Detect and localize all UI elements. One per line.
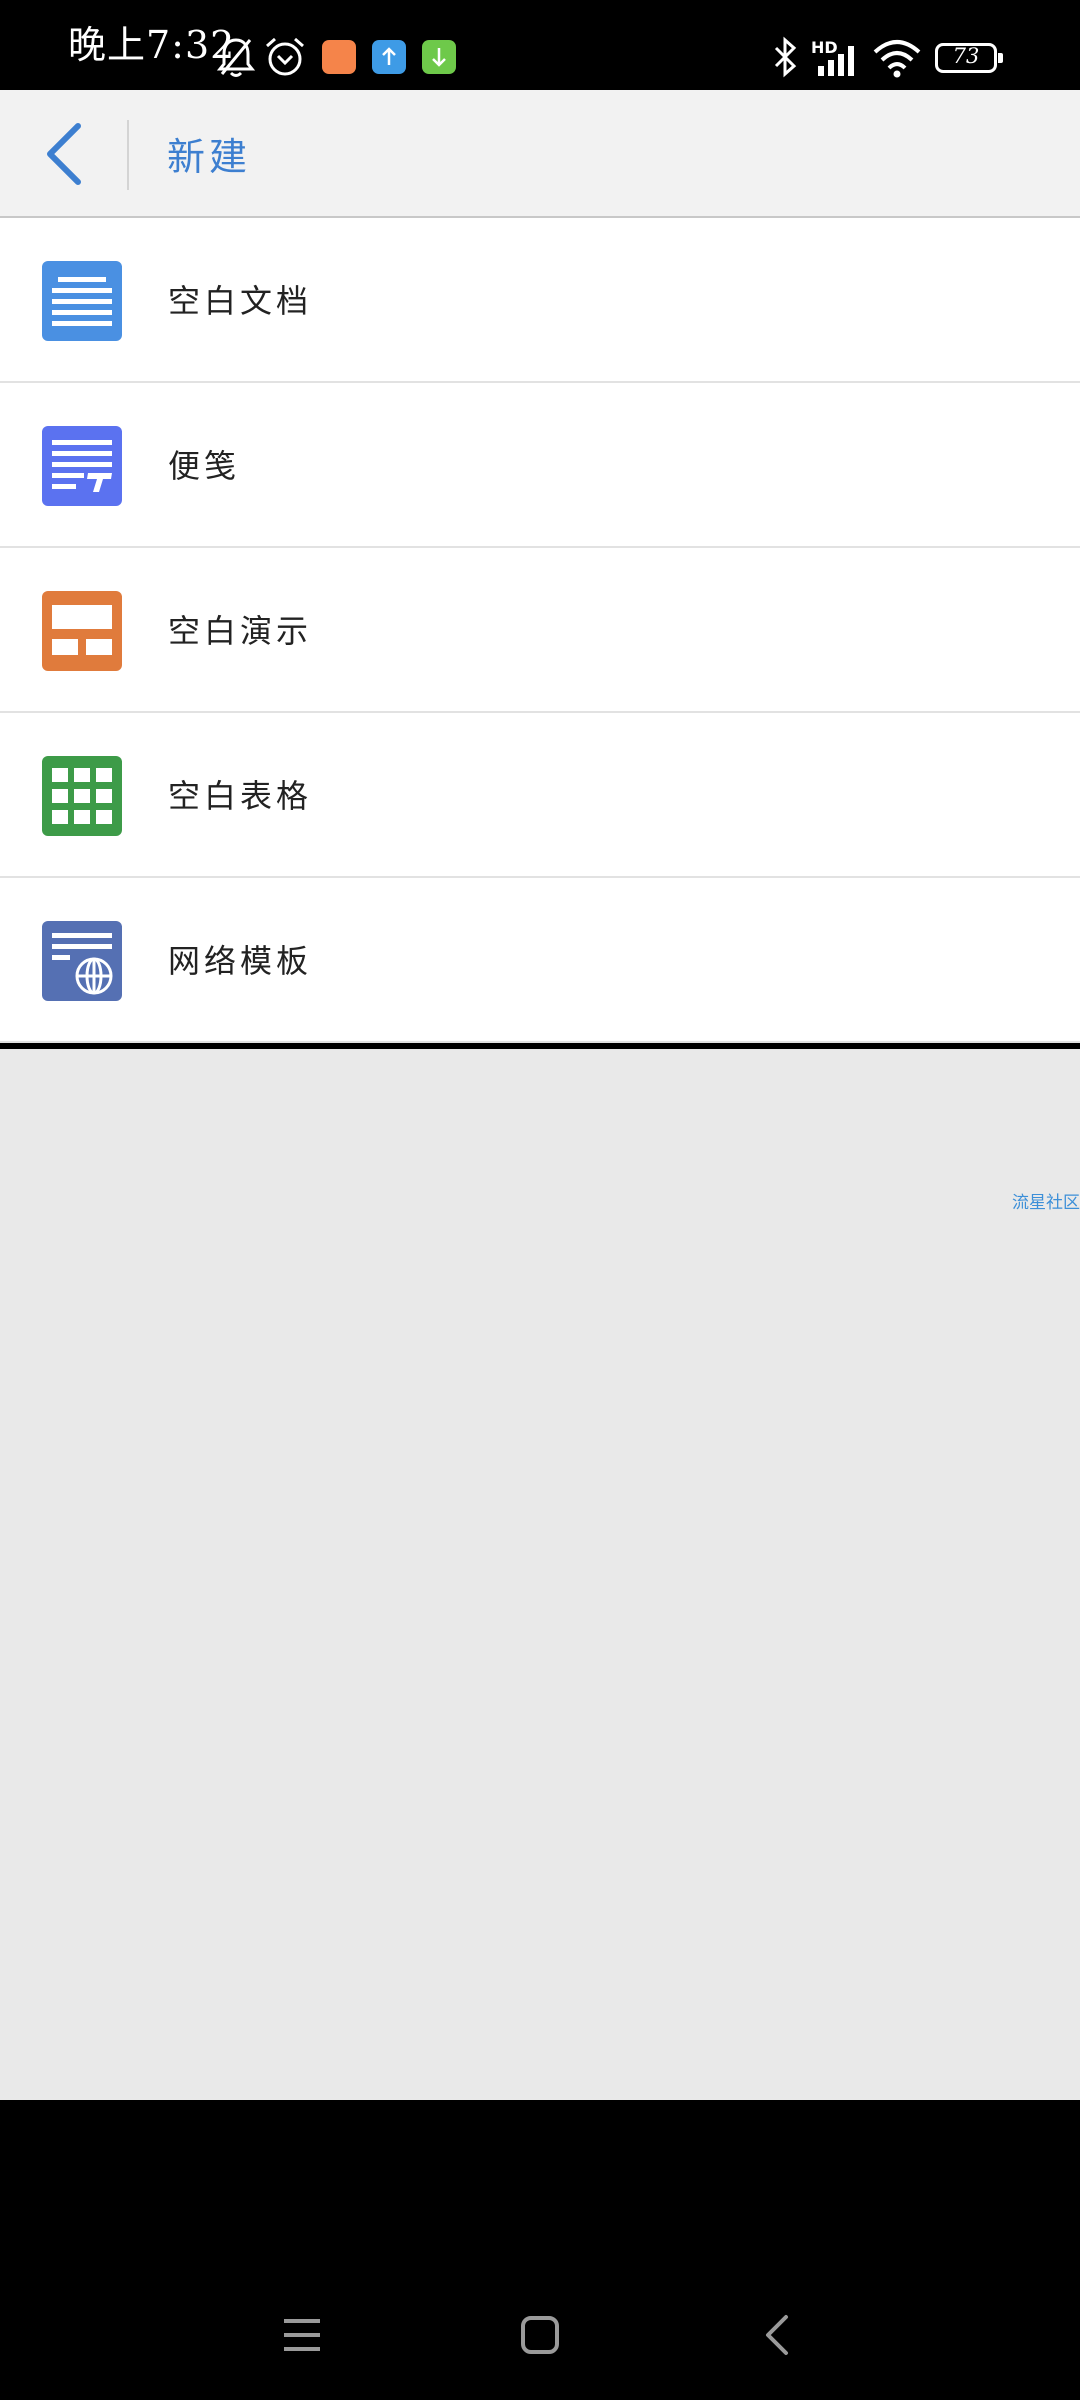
- spreadsheet-icon: [42, 756, 122, 836]
- list-item-note[interactable]: 便笺: [0, 383, 1080, 548]
- appbar-divider: [127, 120, 129, 190]
- upload-icon: [372, 40, 406, 74]
- list-item-label: 空白演示: [168, 612, 313, 650]
- network-type-label: HD: [811, 38, 838, 57]
- mute-bell-icon: [216, 38, 256, 77]
- menu-icon[interactable]: [272, 2305, 332, 2365]
- bluetooth-icon: [774, 36, 797, 78]
- web-template-icon: [42, 921, 122, 1001]
- list-item-label: 空白文档: [168, 282, 313, 320]
- list-item-label: 便笺: [168, 447, 241, 485]
- download-icon: [422, 40, 456, 74]
- list-item-web-template[interactable]: 网络模板: [0, 878, 1080, 1043]
- home-icon[interactable]: [510, 2305, 570, 2365]
- back-chevron-icon[interactable]: [36, 120, 104, 188]
- list-item-label: 网络模板: [168, 942, 313, 980]
- new-item-list: 空白文档 便笺 空白演示 空白表格 网络模板: [0, 218, 1080, 1043]
- list-item-label: 空白表格: [168, 777, 313, 815]
- app-notification-icon: [322, 40, 356, 74]
- document-icon: [42, 261, 122, 341]
- empty-content-area: [0, 1049, 1080, 2100]
- note-icon: [42, 426, 122, 506]
- status-time: 晚上7:32: [68, 23, 236, 67]
- list-item-blank-document[interactable]: 空白文档: [0, 218, 1080, 383]
- status-bar: 晚上7:32 HD 73: [0, 0, 1080, 90]
- list-item-blank-presentation[interactable]: 空白演示: [0, 548, 1080, 713]
- back-icon[interactable]: [748, 2305, 808, 2365]
- battery-icon: 73: [935, 43, 1003, 73]
- presentation-icon: [42, 591, 122, 671]
- watermark-text: 流星社区: [1012, 1193, 1080, 1213]
- app-bar: 新建: [0, 90, 1080, 218]
- wifi-icon: [873, 40, 921, 78]
- list-item-blank-spreadsheet[interactable]: 空白表格: [0, 713, 1080, 878]
- alarm-icon: [266, 37, 304, 76]
- page-title: 新建: [167, 135, 252, 179]
- battery-level: 73: [952, 44, 980, 68]
